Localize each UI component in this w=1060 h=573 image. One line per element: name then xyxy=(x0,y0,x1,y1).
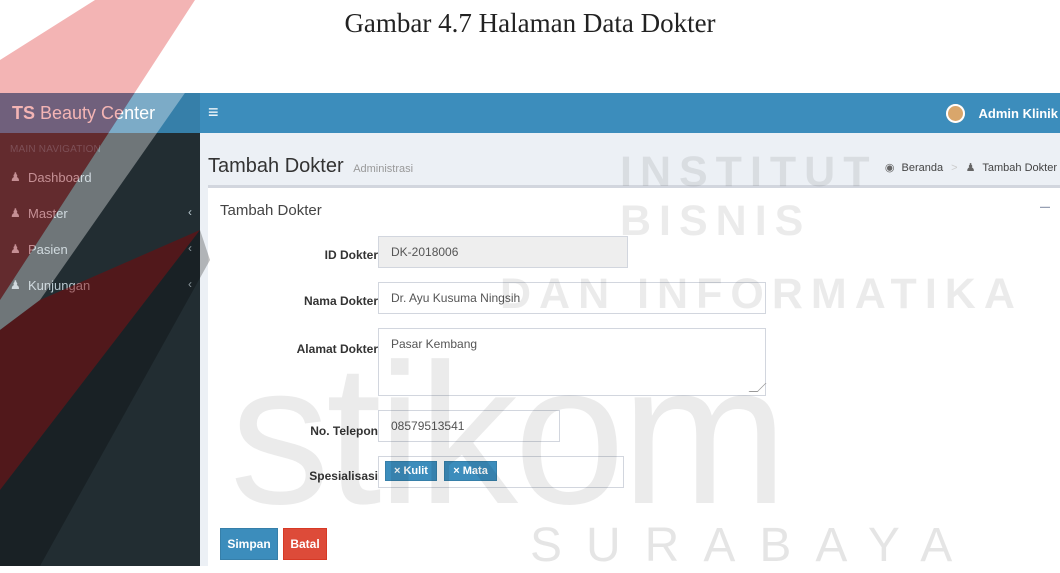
main-content: Tambah Dokter Administrasi ◉ Beranda > ♟… xyxy=(200,133,1060,566)
save-button[interactable]: Simpan xyxy=(220,528,278,560)
sidebar-item-dashboard[interactable]: ♟ Dashboard xyxy=(0,159,200,195)
users-icon: ♟ xyxy=(10,170,21,184)
form-box: Tambah Dokter – ID Dokter DK-2018006 Nam… xyxy=(208,185,1060,566)
box-title: Tambah Dokter xyxy=(220,202,322,219)
tag-label: Mata xyxy=(462,465,488,477)
alamat-dokter-label: Alamat Dokter xyxy=(296,342,378,356)
id-dokter-label: ID Dokter xyxy=(324,248,378,262)
sidebar-item-pasien[interactable]: ♟ Pasien ‹ xyxy=(0,231,200,267)
resize-handle[interactable] xyxy=(748,383,767,392)
sidebar-item-label: Kunjungan xyxy=(28,277,91,293)
breadcrumb-home[interactable]: Beranda xyxy=(902,162,944,174)
dashboard-icon: ◉ xyxy=(884,162,895,174)
figure-caption-area: Gambar 4.7 Halaman Data Dokter xyxy=(0,0,1060,90)
page-subtitle: Administrasi xyxy=(353,163,414,175)
users-icon: ♟ xyxy=(10,206,21,220)
sidebar-item-label: Pasien xyxy=(28,241,68,257)
tag-mata[interactable]: × Mata xyxy=(444,461,497,481)
cancel-button[interactable]: Batal xyxy=(283,528,327,560)
telepon-label: No. Telepon xyxy=(310,424,378,438)
sidebar-header: MAIN NAVIGATION xyxy=(10,144,101,155)
chevron-left-icon: ‹ xyxy=(188,277,192,291)
sidebar: MAIN NAVIGATION ♟ Dashboard ♟ Master ‹ ♟… xyxy=(0,133,200,566)
figure-caption: Gambar 4.7 Halaman Data Dokter xyxy=(344,8,716,38)
alamat-value: Pasar Kembang xyxy=(391,337,478,351)
chevron-left-icon: ‹ xyxy=(188,205,192,219)
telepon-field[interactable]: 08579513541 xyxy=(378,410,560,442)
nama-dokter-field[interactable]: Dr. Ayu Kusuma Ningsih xyxy=(378,282,766,314)
users-icon: ♟ xyxy=(10,242,21,256)
page-title: Tambah Dokter Administrasi xyxy=(208,155,413,178)
sidebar-item-label: Dashboard xyxy=(28,169,92,185)
chevron-left-icon: ‹ xyxy=(188,241,192,255)
breadcrumb: ◉ Beranda > ♟ Tambah Dokter xyxy=(885,161,1057,174)
brand-bold: TS xyxy=(12,102,36,123)
user-name: Admin Klinik xyxy=(978,105,1058,121)
tag-label: Kulit xyxy=(403,465,428,477)
nama-dokter-label: Nama Dokter xyxy=(303,294,378,308)
hamburger-icon[interactable]: ≡ xyxy=(208,102,219,123)
sidebar-item-master[interactable]: ♟ Master ‹ xyxy=(0,195,200,231)
spesialisasi-select[interactable]: × Kulit × Mata xyxy=(378,456,624,488)
breadcrumb-current: Tambah Dokter xyxy=(982,162,1057,174)
spesialisasi-label: Spesialisasi xyxy=(309,469,378,483)
alamat-dokter-textarea[interactable]: Pasar Kembang xyxy=(378,328,767,396)
id-dokter-field: DK-2018006 xyxy=(378,236,628,268)
top-navbar: ≡ Admin Klinik xyxy=(200,93,1060,133)
brand-logo[interactable]: TS Beauty Center xyxy=(0,93,200,133)
page-title-text: Tambah Dokter xyxy=(208,155,344,177)
page-header: Tambah Dokter Administrasi ◉ Beranda > ♟… xyxy=(200,133,1060,181)
brand-name: Beauty Center xyxy=(40,102,156,123)
users-icon: ♟ xyxy=(965,162,976,174)
user-menu[interactable]: Admin Klinik xyxy=(945,93,1060,133)
tag-kulit[interactable]: × Kulit xyxy=(385,461,437,481)
sidebar-item-kunjungan[interactable]: ♟ Kunjungan ‹ xyxy=(0,267,200,303)
collapse-icon[interactable]: – xyxy=(1040,196,1050,217)
app-window: TS Beauty Center ≡ Admin Klinik MAIN NAV… xyxy=(0,93,1060,566)
sidebar-item-label: Master xyxy=(28,205,68,221)
avatar xyxy=(945,103,965,123)
users-icon: ♟ xyxy=(10,278,21,292)
breadcrumb-separator: > xyxy=(951,162,958,174)
